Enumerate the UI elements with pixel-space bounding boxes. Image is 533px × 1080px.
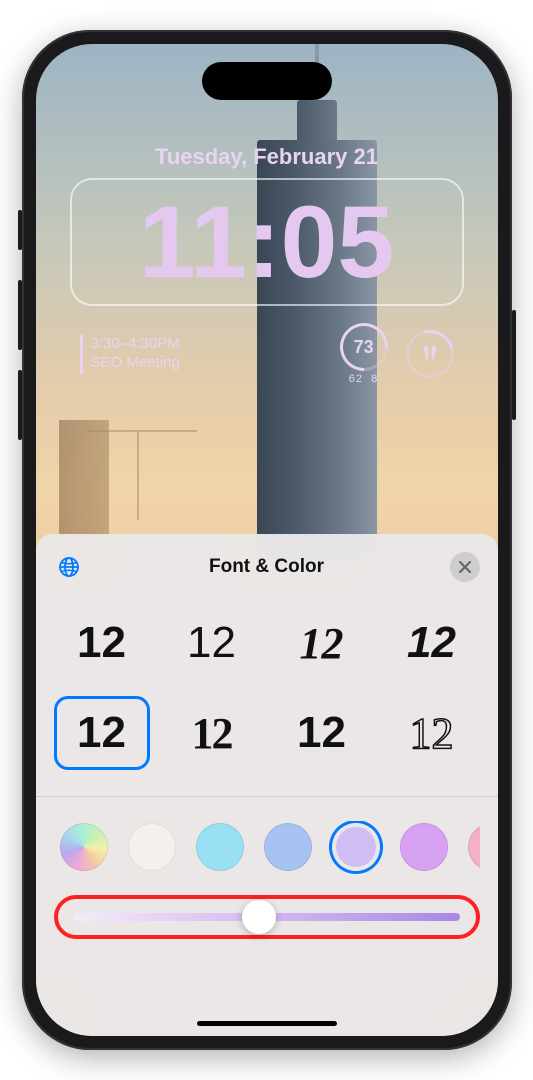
color-swatch-white[interactable] xyxy=(128,823,176,871)
font-option-7[interactable]: 12 xyxy=(384,696,480,770)
divider xyxy=(36,796,498,797)
color-swatch-rainbow[interactable] xyxy=(60,823,108,871)
color-swatch-blue[interactable] xyxy=(264,823,312,871)
phone-frame: Tuesday, February 21 11:05 3:30–4:30PM S… xyxy=(22,30,512,1050)
sheet-title: Font & Color xyxy=(209,556,324,578)
font-option-2[interactable]: 12 xyxy=(274,606,370,680)
lockscreen-date[interactable]: Tuesday, February 21 xyxy=(36,144,498,170)
close-icon xyxy=(459,561,471,573)
calendar-time-range: 3:30–4:30PM xyxy=(91,335,180,354)
wallpaper-crane xyxy=(137,430,139,520)
weather-ring-icon: 73 xyxy=(330,313,398,381)
calendar-event-title: SEO Meeting xyxy=(91,354,180,373)
sheet-header: Font & Color xyxy=(54,552,480,582)
font-option-0[interactable]: 12 xyxy=(54,606,150,680)
screen: Tuesday, February 21 11:05 3:30–4:30PM S… xyxy=(36,44,498,1036)
airpods-icon xyxy=(419,343,441,365)
close-button[interactable] xyxy=(450,552,480,582)
calendar-widget[interactable]: 3:30–4:30PM SEO Meeting xyxy=(80,334,340,374)
clock-frame[interactable]: 11:05 xyxy=(70,178,464,306)
slider-thumb[interactable] xyxy=(242,900,276,934)
globe-icon xyxy=(57,555,81,579)
airpods-widget[interactable] xyxy=(397,321,463,387)
font-option-3[interactable]: 12 xyxy=(384,606,480,680)
color-row xyxy=(54,821,480,895)
slider-highlight-annotation xyxy=(54,895,480,939)
tint-slider[interactable] xyxy=(74,913,460,921)
font-option-1[interactable]: 12 xyxy=(164,606,260,680)
dynamic-island xyxy=(202,62,332,100)
clock-time: 11:05 xyxy=(139,191,394,293)
ringer-switch xyxy=(18,210,22,250)
color-swatch-purple[interactable] xyxy=(400,823,448,871)
calendar-accent-bar xyxy=(80,334,83,374)
home-indicator[interactable] xyxy=(197,1021,337,1026)
font-grid: 1212121212121212 xyxy=(54,606,480,770)
color-swatch-lavender[interactable] xyxy=(332,823,380,871)
language-button[interactable] xyxy=(54,552,84,582)
weather-widget[interactable]: 73 62 8 xyxy=(340,323,388,385)
font-color-sheet: Font & Color 1212121212121212 xyxy=(36,534,498,1036)
volume-up-button xyxy=(18,280,22,350)
color-swatch-cyan[interactable] xyxy=(196,823,244,871)
power-button xyxy=(512,310,516,420)
weather-low-high: 62 8 xyxy=(349,373,379,385)
widgets-row: 3:30–4:30PM SEO Meeting 73 62 8 xyxy=(80,320,454,388)
font-option-4[interactable]: 12 xyxy=(54,696,150,770)
font-option-5[interactable]: 12 xyxy=(164,696,260,770)
color-swatch-pink[interactable] xyxy=(468,823,480,871)
volume-down-button xyxy=(18,370,22,440)
font-option-6[interactable]: 12 xyxy=(274,696,370,770)
